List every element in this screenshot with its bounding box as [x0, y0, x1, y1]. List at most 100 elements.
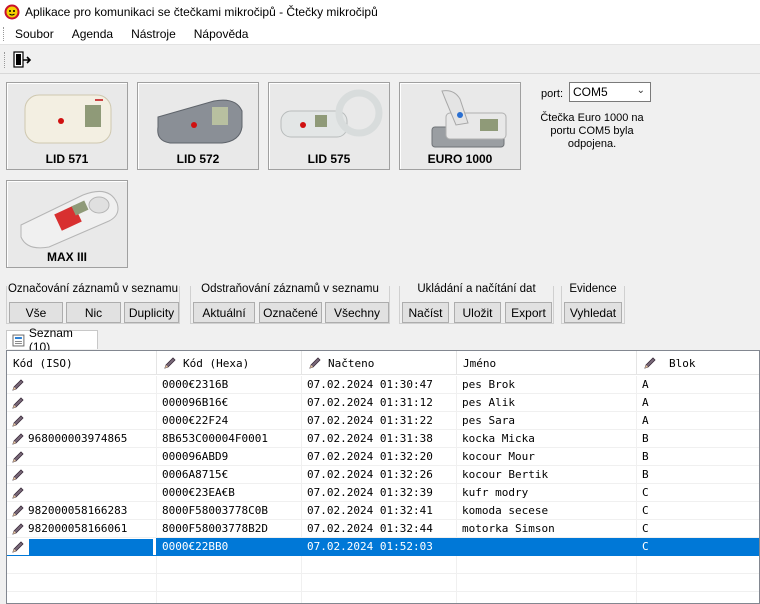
cell-name — [457, 592, 637, 603]
cell-block: B — [637, 448, 759, 466]
column-header-nacteno[interactable]: Načteno — [302, 351, 457, 375]
cell-iso: 982000058166283 — [7, 502, 157, 520]
cell-iso — [7, 574, 157, 592]
cell-name: kocour Mour — [457, 448, 637, 466]
cell-name: kocka Micka — [457, 430, 637, 448]
cell-name: motorka Simson — [457, 520, 637, 538]
delete-current-button[interactable]: Aktuální — [193, 302, 255, 323]
cell-block: C — [637, 520, 759, 538]
table-row[interactable]: 0006A8715€ 07.02.2024 01:32:26 kocour Bert… — [7, 466, 759, 484]
table-row[interactable]: 982000058166061 8000F58003778B2D 07.02.202… — [7, 520, 759, 538]
device-lid572-label: LID 572 — [176, 152, 220, 166]
window-title: Aplikace pro komunikaci se čtečkami mikr… — [25, 4, 378, 19]
cell-loaded: 07.02.2024 01:32:44 — [302, 520, 457, 538]
table-row[interactable]: 000096B16€ 07.02.2024 01:31:12 pes Alik A — [7, 394, 759, 412]
port-label: port: — [541, 88, 564, 100]
table-row — [7, 556, 759, 574]
max3-reader-icon — [20, 190, 119, 249]
cell-block: B — [637, 430, 759, 448]
menu-agenda[interactable]: Agenda — [63, 24, 122, 44]
menu-soubor[interactable]: Soubor — [6, 24, 63, 44]
cell-block: A — [637, 412, 759, 430]
device-max3-button[interactable]: MAX III — [6, 180, 128, 268]
cell-iso-text: 982000058166061 — [28, 522, 128, 535]
device-euro1000-button[interactable]: EURO 1000 — [399, 82, 521, 170]
port-select[interactable]: COM5 ⌄ — [569, 82, 651, 102]
cell-block: A — [637, 394, 759, 412]
cell-loaded: 07.02.2024 01:30:47 — [302, 376, 457, 394]
select-duplicates-button[interactable]: Duplicity — [124, 302, 179, 323]
save-button[interactable]: Uložit — [454, 302, 501, 323]
cell-block — [637, 556, 759, 574]
delete-marked-button[interactable]: Označené — [259, 302, 322, 323]
pencil-icon — [164, 357, 176, 369]
table-row[interactable]: 968000003974865 8B653C00004F0001 07.02.202… — [7, 430, 759, 448]
table-row[interactable]: 0000€2316B 07.02.2024 01:30:47 pes Brok A — [7, 376, 759, 394]
table-row[interactable]: 0000€22BB0 07.02.2024 01:52:03 C — [7, 538, 759, 556]
column-header-jmeno-label: Jméno — [463, 356, 497, 370]
cell-iso — [7, 412, 157, 430]
cell-name: kufr modry — [457, 484, 637, 502]
cell-block: C — [637, 502, 759, 520]
pencil-icon — [12, 432, 24, 445]
cell-iso — [7, 448, 157, 466]
table-row[interactable]: 0000€23EA€B 07.02.2024 01:32:39 kufr modry… — [7, 484, 759, 502]
cell-block: A — [637, 376, 759, 394]
pencil-icon — [12, 450, 24, 463]
select-all-button[interactable]: Vše — [9, 302, 63, 323]
chevron-down-icon[interactable]: ⌄ — [637, 85, 645, 96]
port-status-text: Čtečka Euro 1000 na portu COM5 byla odpo… — [540, 112, 644, 150]
cell-hexa: 0000€22F24 — [157, 412, 302, 430]
cell-hexa: 0006A8715€ — [157, 466, 302, 484]
records-table[interactable]: Kód (ISO) Kód (Hexa) Načteno Jméno Blok … — [6, 350, 760, 604]
cell-hexa — [157, 574, 302, 592]
load-button[interactable]: Načíst — [402, 302, 449, 323]
pencil-icon — [309, 357, 321, 369]
menu-bar: Soubor Agenda Nástroje Nápověda — [0, 23, 760, 45]
cell-hexa — [157, 556, 302, 574]
cell-loaded: 07.02.2024 01:31:12 — [302, 394, 457, 412]
column-header-hexa[interactable]: Kód (Hexa) — [157, 351, 302, 375]
cell-hexa: 8B653C00004F0001 — [157, 430, 302, 448]
cell-hexa: 8000F58003778B2D — [157, 520, 302, 538]
export-button[interactable]: Export — [505, 302, 552, 323]
pencil-icon — [12, 468, 24, 481]
cell-iso: 968000003974865 — [7, 430, 157, 448]
column-header-iso[interactable]: Kód (ISO) — [7, 351, 157, 375]
lid572-reader-icon — [157, 99, 243, 144]
exit-icon[interactable] — [11, 50, 33, 70]
cell-block: C — [637, 484, 759, 502]
search-button[interactable]: Vyhledat — [564, 302, 622, 323]
cell-name: pes Sara — [457, 412, 637, 430]
cell-loaded: 07.02.2024 01:31:38 — [302, 430, 457, 448]
table-row[interactable]: 000096ABD9 07.02.2024 01:32:20 kocour Mour… — [7, 448, 759, 466]
device-lid572-button[interactable]: LID 572 — [137, 82, 259, 170]
menu-nastroje[interactable]: Nástroje — [122, 24, 185, 44]
cell-name — [457, 574, 637, 592]
tab-seznam[interactable]: Seznam (10) — [6, 326, 98, 354]
euro1000-reader-icon — [431, 90, 507, 148]
column-header-blok-label: Blok — [669, 356, 696, 370]
select-none-button[interactable]: Nic — [66, 302, 121, 323]
cell-hexa: 0000€22BB0 — [157, 538, 302, 556]
device-lid571-button[interactable]: LID 571 — [6, 82, 128, 170]
cell-iso — [7, 394, 157, 412]
device-lid575-button[interactable]: LID 575 — [268, 82, 390, 170]
cell-hexa: 0000€23EA€B — [157, 484, 302, 502]
cell-hexa: 000096B16€ — [157, 394, 302, 412]
delete-all-button[interactable]: Všechny — [325, 302, 389, 323]
group-odstranovani-title: Odstraňování záznamů v seznamu — [201, 283, 379, 295]
cell-loaded — [302, 556, 457, 574]
column-header-jmeno[interactable]: Jméno — [457, 351, 637, 375]
column-header-blok[interactable]: Blok — [637, 351, 759, 375]
table-row[interactable]: 0000€22F24 07.02.2024 01:31:22 pes Sara A — [7, 412, 759, 430]
cell-iso — [7, 376, 157, 394]
title-bar: Aplikace pro komunikaci se čtečkami mikr… — [0, 0, 760, 23]
cell-name: komoda secese — [457, 502, 637, 520]
pencil-icon — [12, 378, 24, 391]
column-header-iso-label: Kód (ISO) — [13, 356, 73, 370]
menu-napoveda[interactable]: Nápověda — [185, 24, 258, 44]
pencil-icon — [12, 486, 24, 499]
cell-iso — [7, 484, 157, 502]
table-row[interactable]: 982000058166283 8000F58003778C0B 07.02.202… — [7, 502, 759, 520]
